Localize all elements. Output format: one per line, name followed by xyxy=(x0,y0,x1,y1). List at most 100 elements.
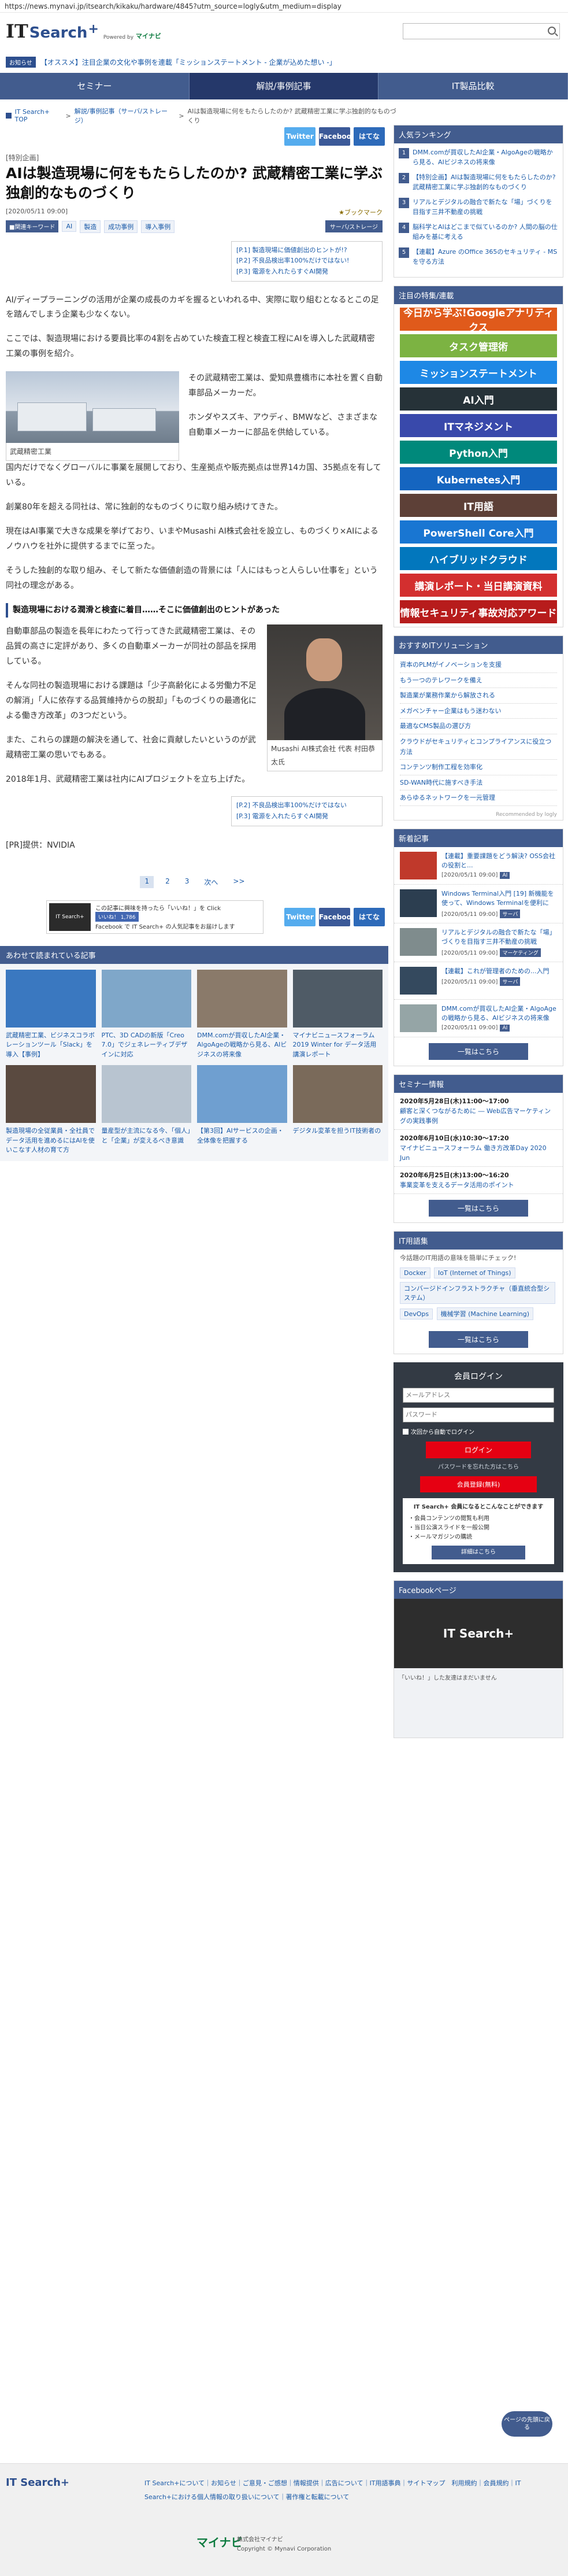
tag-link[interactable]: 成功事例 xyxy=(104,220,138,233)
seminar-item[interactable]: 2020年6月10日(水)10:30～17:20 マイナビニュースフォーラム 働き… xyxy=(394,1130,563,1167)
search-icon[interactable] xyxy=(548,27,556,35)
feature-banner[interactable]: ハイブリッドクラウド xyxy=(400,547,557,570)
tag-link[interactable]: 導入事例 xyxy=(141,220,175,233)
category-badge[interactable]: サーバ/ストレージ xyxy=(325,220,383,232)
facebook-share-button[interactable]: Facebook xyxy=(319,127,356,146)
feature-banner[interactable]: 情報セキュリティ事故対応アワード xyxy=(400,600,557,623)
search-input[interactable] xyxy=(403,24,542,39)
solution-link[interactable]: SD-WAN時代に施すべき手法 xyxy=(400,775,557,791)
ranking-item[interactable]: 2 【特別企画】AIは製造現場に何をもたらしたのか? 武蔵精密工業に学ぶ独創的なも… xyxy=(399,173,558,192)
feature-banner[interactable]: タスク管理術 xyxy=(400,334,557,357)
ranking-item[interactable]: 1 DMM.comが買収したAI企業・AlgoAgeの戦略から見る、AIビジネスの… xyxy=(399,148,558,167)
toc-link[interactable]: [P.3] 電源を入れたらすぐAI開発 xyxy=(236,811,377,822)
seminar-item[interactable]: 2020年5月28日(木)11:00～17:00 顧客と深くつながるために ― W… xyxy=(394,1093,563,1130)
feature-banner[interactable]: AI入門 xyxy=(400,387,557,411)
bookmark-button[interactable]: ★ブックマーク xyxy=(339,208,383,217)
nav-articles[interactable]: 解説/事例記事 xyxy=(189,73,379,99)
tag-link[interactable]: AI xyxy=(62,221,77,232)
merit-detail-button[interactable]: 詳細はこちら xyxy=(432,1546,525,1560)
toc-link[interactable]: [P.3] 電源を入れたらすぐAI開発 xyxy=(236,267,377,278)
related-item[interactable]: 【第3回】AIサービスの企画・全体像を把握する xyxy=(197,1065,287,1155)
breadcrumb-category[interactable]: 解説/事例記事（サーバ/ストレージ） xyxy=(75,106,176,125)
ticker-link[interactable]: 【オススメ】注目企業の文化や事例を連載「ミッションステートメント - 企業が込め… xyxy=(40,57,336,67)
feature-banner[interactable]: Python入門 xyxy=(400,441,557,464)
facebook-share-button[interactable]: Facebook xyxy=(319,907,356,926)
glossary-term[interactable]: DevOps xyxy=(400,1309,433,1320)
feature-banner[interactable]: Kubernetes入門 xyxy=(400,467,557,490)
nav-seminar[interactable]: セミナー xyxy=(0,73,190,99)
twitter-share-button[interactable]: Twitter xyxy=(284,127,315,146)
toc-link[interactable]: [P.1] 製造現場に価値創出のヒントが!? xyxy=(236,245,377,256)
auto-login-checkbox[interactable]: 次回から自動でログイン xyxy=(403,1427,554,1436)
page-3[interactable]: 3 xyxy=(181,876,193,888)
footer-links[interactable]: IT Search+について｜お知らせ｜ご意見・ご感想｜情報提供｜広告について｜… xyxy=(144,2477,549,2504)
login-button[interactable]: ログイン xyxy=(426,1442,531,1459)
hatena-share-button[interactable]: はてな xyxy=(354,127,385,146)
page-toc: [P.1] 製造現場に価値創出のヒントが!? [P.2] 不良品検出率100%だ… xyxy=(231,241,383,282)
news-item[interactable]: Windows Terminal入門 [19] 新機能を使って、Windows … xyxy=(394,885,563,923)
forgot-password-link[interactable]: パスワードを忘れた方はこちら xyxy=(403,1462,554,1470)
news-item[interactable]: リアルとデジタルの融合で新たな「場」づくりを目指す三井不動産の挑戦 [2020/0… xyxy=(394,923,563,962)
tag-link[interactable]: 製造 xyxy=(80,220,101,233)
ranking-item[interactable]: 3 リアルとデジタルの融合で新たな「場」づくりを目指す三井不動産の挑戦 xyxy=(399,198,558,217)
news-more-button[interactable]: 一覧はこちら xyxy=(429,1043,528,1060)
solution-link[interactable]: 最適なCMS製品の選び方 xyxy=(400,719,557,734)
password-field[interactable] xyxy=(403,1407,554,1423)
feature-banner[interactable]: ミッションステートメント xyxy=(400,361,557,384)
last-page[interactable]: >> xyxy=(229,876,248,888)
glossary-term[interactable]: コンバージドインフラストラクチャ（垂直統合型システム） xyxy=(400,1282,555,1304)
solution-link[interactable]: クラウドがセキュリティとコンプライアンスに役立つ方法 xyxy=(400,734,557,760)
feature-banner[interactable]: PowerShell Core入門 xyxy=(400,520,557,544)
site-search xyxy=(403,23,560,39)
glossary-term[interactable]: Docker xyxy=(400,1267,430,1279)
page-2[interactable]: 2 xyxy=(162,876,173,888)
ranking-item[interactable]: 5 【連載】Azure のOffice 365のセキュリティ - MS を守る方法 xyxy=(399,247,558,267)
related-item[interactable]: 武蔵精密工業、ビジネスコラボレーションツール「Slack」を導入【事例】 xyxy=(6,969,96,1060)
paragraph: その武蔵精密工業は、愛知県豊橋市に本社を置く自動車部品メーカーだ。 xyxy=(188,374,383,398)
related-item[interactable]: デジタル変革を担うIT技術者の xyxy=(292,1065,383,1155)
ranking-item[interactable]: 4 脳科学とAIはどこまで似ているのか? 人間の脳の仕組みを基に考える xyxy=(399,223,558,242)
related-item[interactable]: DMM.comが買収したAI企業・AlgoAgeの戦略から見る、AIビジネスの将… xyxy=(197,969,287,1060)
solution-link[interactable]: メガベンチャー企業はもう迷わない xyxy=(400,704,557,719)
register-button[interactable]: 会員登録(無料) xyxy=(420,1476,537,1493)
site-logo[interactable]: IT Search + Powered by マイナビ xyxy=(6,22,161,40)
glossary-term[interactable]: IoT (Internet of Things) xyxy=(434,1267,515,1279)
email-field[interactable] xyxy=(403,1388,554,1403)
solution-link[interactable]: もう一つのテレワークを備え xyxy=(400,673,557,689)
news-item[interactable]: 【連載】これが管理者のための...入門 [2020/05/11 09:00] サーバ xyxy=(394,962,563,1000)
related-item[interactable]: 量産型が主流になる今、「個人」と「企業」が変えるべき意識 xyxy=(101,1065,191,1155)
mynavi-logo: マイナビ xyxy=(136,32,161,40)
mynavi-logo[interactable]: マイナビ xyxy=(196,2533,243,2550)
feature-banner[interactable]: IT用語 xyxy=(400,494,557,517)
nav-compare[interactable]: IT製品比較 xyxy=(378,73,568,99)
breadcrumb-top[interactable]: IT Search+ TOP xyxy=(15,108,62,123)
news-item[interactable]: 【連載】重要課題をどう解決? OSS会社の役割と... [2020/05/11 … xyxy=(394,847,563,885)
toc-link[interactable]: [P.2] 不良品検出率100%だけではない xyxy=(236,800,377,811)
fb-like-button[interactable]: いいね！ 1,786 xyxy=(95,912,139,922)
solution-link[interactable]: あらゆるネットワークを一元管理 xyxy=(400,790,557,806)
glossary-term[interactable]: 機械学習 (Machine Learning) xyxy=(436,1307,534,1321)
feature-banner[interactable]: ITマネジメント xyxy=(400,414,557,437)
seminar-more-button[interactable]: 一覧はこちら xyxy=(429,1200,528,1217)
solution-heading: おすすめITソリューション xyxy=(394,636,563,654)
feature-banner[interactable]: 今日から学ぶ!Googleアナリティクス xyxy=(400,308,557,334)
page-1[interactable]: 1 xyxy=(140,875,154,888)
next-page[interactable]: 次へ xyxy=(201,876,221,888)
solution-link[interactable]: 資本のPLMがイノベーションを支援 xyxy=(400,657,557,673)
address-bar[interactable]: https://news.mynavi.jp/itsearch/kikaku/h… xyxy=(0,0,568,13)
glossary-more-button[interactable]: 一覧はこちら xyxy=(429,1331,528,1348)
solution-link[interactable]: コンテンツ制作工程を効率化 xyxy=(400,760,557,775)
related-item[interactable]: 製造現場の全従業員・全社員でデータ活用を進めるにはAIを使いこなす人材の育て方 xyxy=(6,1065,96,1155)
seminar-item[interactable]: 2020年6月25日(木)13:00～16:20 事業変革を支えるデータ活用のポイ… xyxy=(394,1167,563,1195)
footer-logo[interactable]: IT Search+ xyxy=(6,2477,69,2489)
facebook-page-embed[interactable]: IT Search+ 「いいね！」した友達はまだいません xyxy=(394,1599,563,1738)
hatena-share-button[interactable]: はてな xyxy=(354,907,385,926)
feature-banner[interactable]: 講演レポート・当日講演資料 xyxy=(400,574,557,597)
related-item[interactable]: PTC、3D CADの新版「Creo 7.0」でジェネレーティブデザインに対応 xyxy=(101,969,191,1060)
toc-link[interactable]: [P.2] 不良品検出率100%だけではない! xyxy=(236,256,377,267)
news-item[interactable]: DMM.comが買収したAI企業・AlgoAgeの戦略から見る、AIビジネスの将… xyxy=(394,1000,563,1037)
related-item[interactable]: マイナビニュースフォーラム 2019 Winter for データ活用 講演レポ… xyxy=(292,969,383,1060)
twitter-share-button[interactable]: Twitter xyxy=(284,907,315,926)
solution-link[interactable]: 製造業が業務作業から解放される xyxy=(400,688,557,704)
page-top-button[interactable]: ページの先頭に戻る xyxy=(502,2411,552,2437)
